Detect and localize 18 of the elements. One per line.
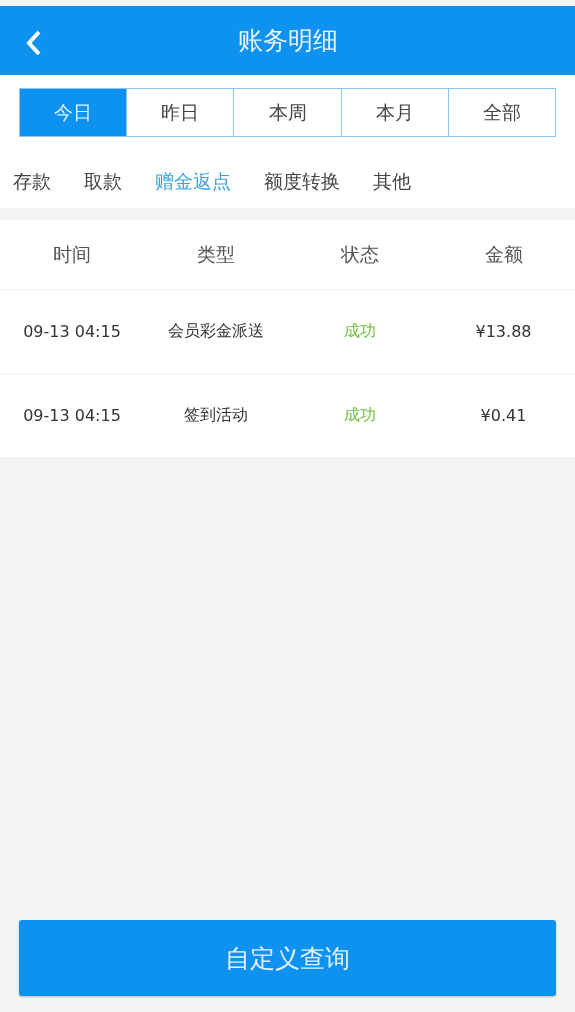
category-tab[interactable]: 取款: [84, 169, 122, 195]
category-tab[interactable]: 额度转换: [264, 169, 340, 195]
table-cell-text: 签到活动: [183, 405, 249, 426]
column-header: 类型: [196, 241, 236, 267]
category-tab[interactable]: 其他: [373, 169, 411, 195]
table-cell-text: ¥0.41: [479, 406, 528, 425]
column-header: 金额: [483, 241, 524, 267]
table-cell-text: 09-13 04:15: [22, 406, 122, 425]
table-cell-text: ¥13.88: [474, 322, 533, 341]
status-text: 成功: [343, 405, 377, 426]
category-tab[interactable]: 存款: [13, 169, 51, 195]
status-text: 成功: [343, 321, 377, 342]
table-cell-text: 会员彩金派送: [167, 321, 265, 342]
column-header: 状态: [340, 241, 380, 267]
column-header: 时间: [52, 241, 92, 267]
page-title: 账务明细: [237, 25, 338, 57]
table-cell-text: 09-13 04:15: [22, 322, 122, 341]
back-icon[interactable]: [26, 29, 42, 57]
